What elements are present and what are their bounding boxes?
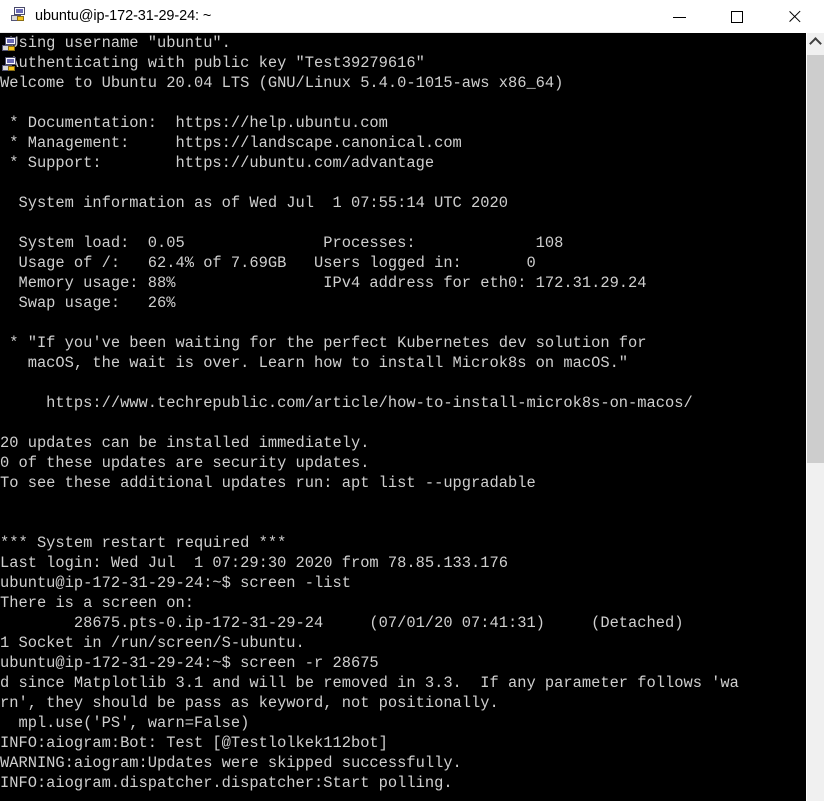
terminal-line: ubuntu@ip-172-31-29-24:~$ screen -r 2867… xyxy=(0,654,379,672)
putty-computer-icon-line2 xyxy=(2,57,17,72)
terminal-line: macOS, the wait is over. Learn how to in… xyxy=(0,354,629,372)
terminal-line: Usage of /: 62.4% of 7.69GB Users logged… xyxy=(0,254,536,272)
putty-computer-icon-line1 xyxy=(2,37,17,52)
putty-terminal-window: ubuntu@ip-172-31-29-24: ~ Using username… xyxy=(0,0,824,801)
terminal-line: * "If you've been waiting for the perfec… xyxy=(0,334,647,352)
scrollbar-up-button[interactable] xyxy=(807,33,824,51)
window-title: ubuntu@ip-172-31-29-24: ~ xyxy=(35,8,212,24)
window-titlebar: ubuntu@ip-172-31-29-24: ~ xyxy=(0,0,824,33)
terminal-line: mpl.use('PS', warn=False) xyxy=(0,714,250,732)
terminal-line: * Management: https://landscape.canonica… xyxy=(0,134,462,152)
terminal-line: d since Matplotlib 3.1 and will be remov… xyxy=(0,674,739,692)
terminal-line: System load: 0.05 Processes: 108 xyxy=(0,234,564,252)
scrollbar-thumb[interactable] xyxy=(807,55,824,463)
terminal-line: 28675.pts-0.ip-172-31-29-24 (07/01/20 07… xyxy=(0,614,684,632)
terminal-line: Authenticating with public key "Test3927… xyxy=(0,54,425,72)
window-controls xyxy=(650,0,824,33)
terminal-line: Welcome to Ubuntu 20.04 LTS (GNU/Linux 5… xyxy=(0,74,564,92)
terminal-line: System information as of Wed Jul 1 07:55… xyxy=(0,194,508,212)
terminal-line: * Support: https://ubuntu.com/advantage xyxy=(0,154,435,172)
minimize-button[interactable] xyxy=(650,0,708,33)
terminal-output-area[interactable]: Using username "ubuntu". Authenticating … xyxy=(0,33,806,801)
close-button[interactable] xyxy=(766,0,824,33)
vertical-scrollbar[interactable] xyxy=(806,33,824,801)
terminal-line: INFO:aiogram:Bot: Test [@Testlolkek112bo… xyxy=(0,734,388,752)
terminal-line: Swap usage: 26% xyxy=(0,294,176,312)
terminal-line: INFO:aiogram.dispatcher.dispatcher:Start… xyxy=(0,774,453,792)
minimize-icon xyxy=(672,16,686,18)
maximize-button[interactable] xyxy=(708,0,766,33)
terminal-text: Using username "ubuntu". Authenticating … xyxy=(0,33,806,793)
terminal-line: Last login: Wed Jul 1 07:29:30 2020 from… xyxy=(0,554,508,572)
putty-computer-icon xyxy=(11,7,29,25)
terminal-line: *** System restart required *** xyxy=(0,534,287,552)
terminal-line: There is a screen on: xyxy=(0,594,194,612)
terminal-line: ubuntu@ip-172-31-29-24:~$ screen -list xyxy=(0,574,351,592)
terminal-line: Using username "ubuntu". xyxy=(0,34,231,52)
terminal-line: WARNING:aiogram:Updates were skipped suc… xyxy=(0,754,462,772)
terminal-line: To see these additional updates run: apt… xyxy=(0,474,536,492)
terminal-line: 20 updates can be installed immediately. xyxy=(0,434,370,452)
terminal-line: rn', they should be pass as keyword, not… xyxy=(0,694,499,712)
terminal-line: Memory usage: 88% IPv4 address for eth0:… xyxy=(0,274,647,292)
terminal-line: https://www.techrepublic.com/article/how… xyxy=(0,394,693,412)
close-icon xyxy=(788,9,803,24)
terminal-line: * Documentation: https://help.ubuntu.com xyxy=(0,114,388,132)
chevron-up-icon xyxy=(809,37,822,50)
terminal-line: 0 of these updates are security updates. xyxy=(0,454,370,472)
terminal-line: 1 Socket in /run/screen/S-ubuntu. xyxy=(0,634,305,652)
maximize-icon xyxy=(731,10,743,23)
